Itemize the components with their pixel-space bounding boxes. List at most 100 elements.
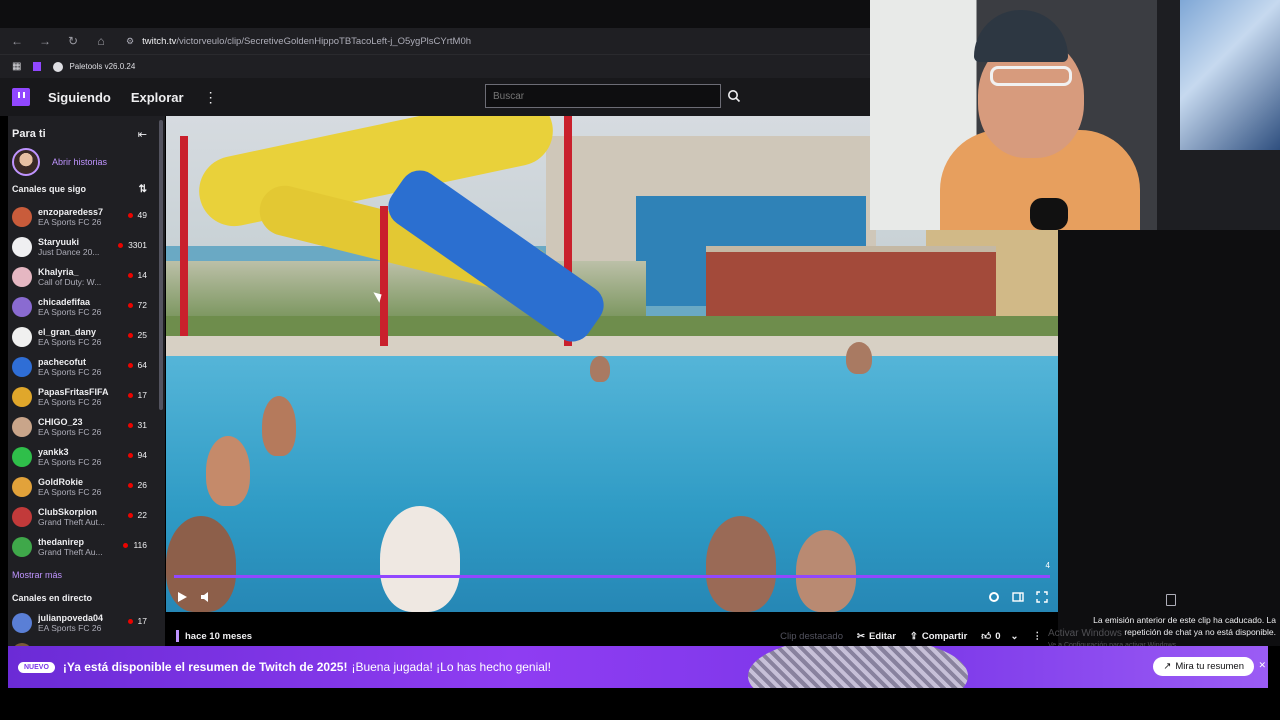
live-indicator: 26 <box>127 480 147 490</box>
scene-person <box>206 436 250 506</box>
viewer-count: 31 <box>137 420 147 430</box>
viewer-count: 64 <box>137 360 147 370</box>
address-bar[interactable]: ⚙ twitch.tv/victorveulo/clip/SecretiveGo… <box>126 36 471 47</box>
live-dot-icon <box>127 332 133 338</box>
show-more-link[interactable]: Mostrar más <box>8 562 165 588</box>
channel-name: el_gran_dany <box>38 327 97 337</box>
live-dot-icon <box>123 542 129 548</box>
chevron-down-icon[interactable]: ⌄ <box>1011 631 1019 642</box>
channel-name: CHIGO_23 <box>38 417 83 427</box>
live-indicator: 94 <box>127 450 147 460</box>
live-dot-icon <box>127 452 133 458</box>
bookmark-paletools[interactable]: Paletools v26.0.24 <box>53 61 135 72</box>
theatre-mode-icon[interactable] <box>1012 591 1024 603</box>
twitch-bookmark-icon[interactable] <box>33 62 42 71</box>
video-progress-bar[interactable] <box>174 575 1050 578</box>
settings-gear-icon[interactable] <box>988 591 1000 603</box>
sidebar-channel-row[interactable]: pachecofut EA Sports FC 26 64 <box>8 352 165 382</box>
browser-tabstrip <box>0 0 870 28</box>
site-info-icon[interactable]: ⚙ <box>126 36 134 47</box>
clip-age: hace 10 meses <box>185 630 253 642</box>
banner-subline: ¡Buena jugada! ¡Lo has hecho genial! <box>351 660 551 674</box>
channel-name: julianpoveda04 <box>38 613 104 623</box>
avatar <box>12 207 32 227</box>
view-recap-button[interactable]: ↗ Mira tu resumen <box>1153 657 1254 676</box>
volume-icon[interactable] <box>200 591 212 603</box>
scene-slide-post <box>180 136 188 336</box>
webcam-poster <box>1180 0 1280 150</box>
close-banner-icon[interactable]: ✕ <box>1258 660 1266 671</box>
channel-name: Khalyria_ <box>38 267 79 277</box>
search-bar <box>485 84 747 108</box>
sidebar-channel-row[interactable]: PapasFritasFIFA EA Sports FC 26 17 <box>8 382 165 412</box>
search-icon <box>728 90 741 103</box>
sidebar-channel-row[interactable]: Khalyria_ Call of Duty: W... 14 <box>8 262 165 292</box>
avatar <box>12 447 32 467</box>
sort-icon[interactable]: ⇅ <box>139 184 147 195</box>
live-indicator: 64 <box>127 360 147 370</box>
fullscreen-icon[interactable] <box>1036 591 1048 603</box>
more-options-icon[interactable]: ⋮ <box>1033 631 1043 642</box>
avatar <box>12 477 32 497</box>
scene-slide-post <box>380 206 388 346</box>
featured-clip-button[interactable]: Clip destacado <box>780 631 843 642</box>
viewer-count: 72 <box>137 300 147 310</box>
search-input[interactable] <box>485 84 721 108</box>
home-icon[interactable]: ⌂ <box>94 34 108 48</box>
viewer-count: 116 <box>133 540 147 550</box>
video-corner-number: 4 <box>1045 561 1050 570</box>
sidebar-channel-row[interactable]: GoldRokie EA Sports FC 26 26 <box>8 472 165 502</box>
age-accent-bar <box>176 630 179 642</box>
sidebar-channel-row[interactable]: Staryuuki Just Dance 20... 3301 <box>8 232 165 262</box>
sidebar-channel-row[interactable]: thedanirep Grand Theft Au... 116 <box>8 532 165 562</box>
thumbs-up-icon: 👍︎ <box>981 631 992 642</box>
channel-name: enzoparedess7 <box>38 207 104 217</box>
collapse-sidebar-icon[interactable]: ⇤ <box>138 128 147 141</box>
channel-name: yankk3 <box>38 447 69 457</box>
sidebar-channel-row[interactable]: julianpoveda04 EA Sports FC 26 17 <box>8 608 165 638</box>
reload-icon[interactable]: ↻ <box>66 34 80 48</box>
more-menu-icon[interactable]: ⋮ <box>204 89 218 106</box>
disco-ball-icon <box>748 646 968 688</box>
chat-panel: La emisión anterior de este clip ha cadu… <box>1048 230 1280 649</box>
edit-button[interactable]: ✂ Editar <box>857 631 896 642</box>
sidebar-channel-row[interactable]: yankk3 EA Sports FC 26 94 <box>8 442 165 472</box>
live-dot-icon <box>127 482 133 488</box>
avatar <box>12 297 32 317</box>
microphone-icon <box>1030 198 1068 230</box>
live-indicator: 22 <box>127 510 147 520</box>
live-dot-icon <box>127 618 133 624</box>
twitch-logo-icon[interactable] <box>12 88 30 106</box>
like-button[interactable]: 👍︎ 0 ⌄ <box>981 630 1019 643</box>
globe-icon <box>53 61 64 72</box>
channel-name: pachecofut <box>38 357 87 367</box>
search-button[interactable] <box>721 84 747 108</box>
live-indicator: 14 <box>127 270 147 280</box>
avatar <box>12 417 32 437</box>
scissors-icon: ✂ <box>857 630 865 642</box>
share-button[interactable]: ⇪ Compartir <box>910 631 967 642</box>
share-icon: ⇪ <box>909 630 918 642</box>
scene-person <box>590 356 610 382</box>
nav-explore[interactable]: Explorar <box>131 90 184 105</box>
live-dot-icon <box>118 242 124 248</box>
live-indicator: 49 <box>127 210 147 220</box>
sidebar-channel-row[interactable]: el_gran_dany EA Sports FC 26 25 <box>8 322 165 352</box>
channel-game: EA Sports FC 26 <box>38 307 102 317</box>
forward-icon[interactable]: → <box>38 34 52 48</box>
channel-name: PapasFritasFIFA <box>38 387 109 397</box>
sidebar-channel-row[interactable]: ClubSkorpion Grand Theft Aut... 22 <box>8 502 165 532</box>
live-indicator: 17 <box>127 616 147 626</box>
sidebar-channel-row[interactable]: enzoparedess7 EA Sports FC 26 49 <box>8 202 165 232</box>
channel-name: Staryuuki <box>38 237 80 247</box>
play-icon[interactable] <box>176 591 188 603</box>
sidebar-channel-row[interactable]: chicadefifaa EA Sports FC 26 72 <box>8 292 165 322</box>
sidebar-channel-row[interactable]: CHIGO_23 EA Sports FC 26 31 <box>8 412 165 442</box>
recap-banner: NUEVO ¡Ya está disponible el resumen de … <box>8 646 1268 688</box>
sidebar-channel-row[interactable]: Gerarack20142 <box>8 638 165 646</box>
nav-following[interactable]: Siguiendo <box>48 90 111 105</box>
apps-grid-icon[interactable]: ▦ <box>12 61 21 72</box>
back-icon[interactable]: ← <box>10 34 24 48</box>
stories-entry[interactable]: Abrir historias <box>8 144 165 176</box>
live-indicator: 116 <box>123 540 147 550</box>
